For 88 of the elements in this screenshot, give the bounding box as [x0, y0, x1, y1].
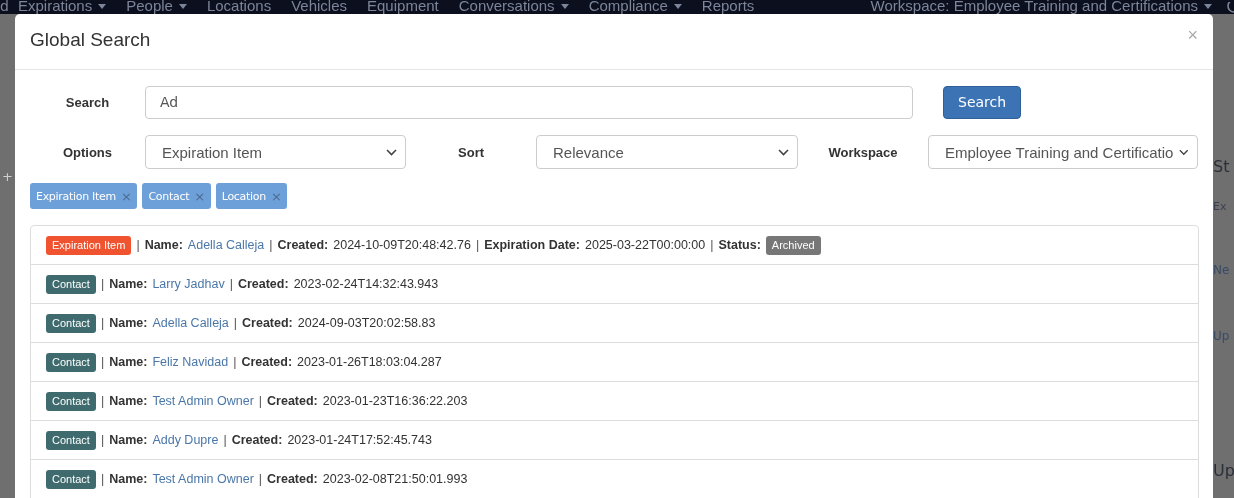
result-row[interactable]: Contact | Name: Test Admin Owner | Created: 2023-01-23T16:36:22.203 — [31, 382, 1198, 421]
field-value: 2025-03-22T00:00:00 — [585, 238, 706, 252]
type-badge: Contact — [46, 469, 96, 489]
workspace-menu[interactable]: Workspace: Employee Training and Certifications — [870, 0, 1212, 14]
separator: | — [100, 394, 105, 408]
name-link[interactable]: Test Admin Owner — [152, 394, 254, 408]
name-link[interactable]: Test Admin Owner — [152, 472, 254, 486]
name-link[interactable]: Addy Dupre — [152, 433, 219, 447]
name-link[interactable]: Adella Calleja — [187, 238, 265, 252]
field-value: 2023-01-26T18:03:04.287 — [297, 355, 442, 369]
separator: | — [269, 238, 273, 252]
filter-tag: Contact × — [142, 183, 211, 209]
type-badge: Contact — [46, 391, 96, 411]
filter-label: Options — [61, 144, 114, 160]
separator: | — [100, 277, 105, 291]
type-badge: Contact — [46, 313, 96, 333]
separator: | — [136, 238, 140, 252]
search-field[interactable]: Ad — [145, 85, 913, 119]
field-label: Name: — [109, 277, 148, 291]
search-button[interactable]: Search — [943, 85, 1022, 119]
field-value: 2023-02-08T21:50:01.993 — [322, 472, 468, 486]
field-value: 2024-10-09T20:48:42.76 — [333, 238, 471, 252]
result-row[interactable]: Contact | Name: Larry Jadhav | Created: 2023-02-24T14:32:43.943 — [31, 265, 1198, 304]
field-value: 2023-02-24T14:32:43.943 — [293, 277, 439, 291]
separator: | — [258, 394, 263, 408]
field-label: Created: — [237, 277, 289, 291]
field-label: Created: — [241, 355, 293, 369]
heading-text: St — [1213, 157, 1230, 176]
status-badge: Archived — [765, 235, 821, 255]
separator: | — [229, 277, 233, 291]
filter-tag: Location × — [215, 183, 288, 209]
field-label: Status: — [718, 238, 761, 252]
separator: | — [100, 433, 105, 447]
separator: | — [233, 316, 238, 330]
field-value: 2023-01-24T17:52:45.743 — [287, 433, 432, 447]
separator: | — [233, 355, 237, 369]
nav-item[interactable]: People — [126, 0, 187, 14]
separator: | — [100, 355, 105, 369]
field-label: Name: — [109, 355, 148, 369]
type-badge: Contact — [46, 274, 96, 294]
field-label: Created: — [242, 316, 293, 330]
field-label: Expiration Date: — [484, 238, 580, 252]
field-label: Name: — [144, 238, 183, 252]
separator: | — [100, 472, 105, 486]
separator: | — [223, 433, 227, 447]
nav-item[interactable]: Equipment — [367, 0, 439, 14]
field-label: Name: — [109, 316, 148, 330]
field-label: Created: — [231, 433, 283, 447]
field-label: Created: — [267, 472, 318, 486]
field-label: Created: — [267, 394, 318, 408]
result-row[interactable]: Contact | Name: Test Admin Owner | Created: 2023-02-08T21:50:01.993 — [31, 460, 1198, 498]
field-label: Created: — [277, 238, 329, 252]
nav-item[interactable]: Compliance — [588, 0, 682, 14]
nav-item[interactable]: Locations — [206, 0, 272, 14]
name-link[interactable]: Adella Calleja — [152, 316, 229, 330]
field-label: Name: — [109, 472, 148, 486]
filter-select[interactable]: Employee Training and Certificatio — [928, 135, 1198, 169]
heading-text: Up — [1213, 461, 1234, 480]
field-value: 2024-09-03T20:02:58.83 — [297, 316, 436, 330]
result-row[interactable]: Expiration Item | Name: Adella Calleja | Created: 2024-10-09T20:48:42.76 | Expiration Date: 2025-03-22T00:00:00 | Status: Archived — [31, 226, 1198, 265]
nav-item[interactable]: Reports — [701, 0, 755, 14]
nav-item[interactable]: Conversations — [458, 0, 569, 14]
plus-text: + — [2, 169, 13, 184]
separator: | — [475, 238, 480, 252]
filter-select[interactable]: Expiration Item — [145, 135, 406, 169]
type-badge: Expiration Item — [46, 235, 132, 255]
filter-label: Workspace — [827, 144, 899, 160]
name-link[interactable]: Feliz Navidad — [152, 355, 229, 369]
type-badge: Contact — [46, 352, 96, 372]
dialog-title: Global Search — [30, 28, 151, 51]
field-label: Name: — [109, 433, 148, 447]
result-row[interactable]: Contact | Name: Feliz Navidad | Created: 2023-01-26T18:03:04.287 — [31, 343, 1198, 382]
separator: | — [710, 238, 714, 252]
nav-item[interactable]: Vehicles — [291, 0, 347, 14]
brand-text: d — [0, 0, 10, 14]
separator: | — [100, 316, 105, 330]
separator: | — [258, 472, 263, 486]
type-badge: Contact — [46, 430, 96, 450]
filter-select[interactable]: Relevance — [536, 135, 798, 169]
field-label: Name: — [109, 394, 148, 408]
search-label: Search — [64, 94, 111, 110]
field-value: 2023-01-23T16:36:22.203 — [322, 394, 468, 408]
result-row[interactable]: Contact | Name: Adella Calleja | Created: 2024-09-03T20:02:58.83 — [31, 304, 1198, 343]
filter-tag: Expiration Item × — [30, 183, 138, 209]
result-row[interactable]: Contact | Name: Addy Dupre | Created: 2023-01-24T17:52:45.743 — [31, 421, 1198, 460]
name-link[interactable]: Larry Jadhav — [152, 277, 225, 291]
nav-item[interactable]: Expirations — [18, 0, 107, 14]
filter-label: Sort — [457, 144, 485, 160]
